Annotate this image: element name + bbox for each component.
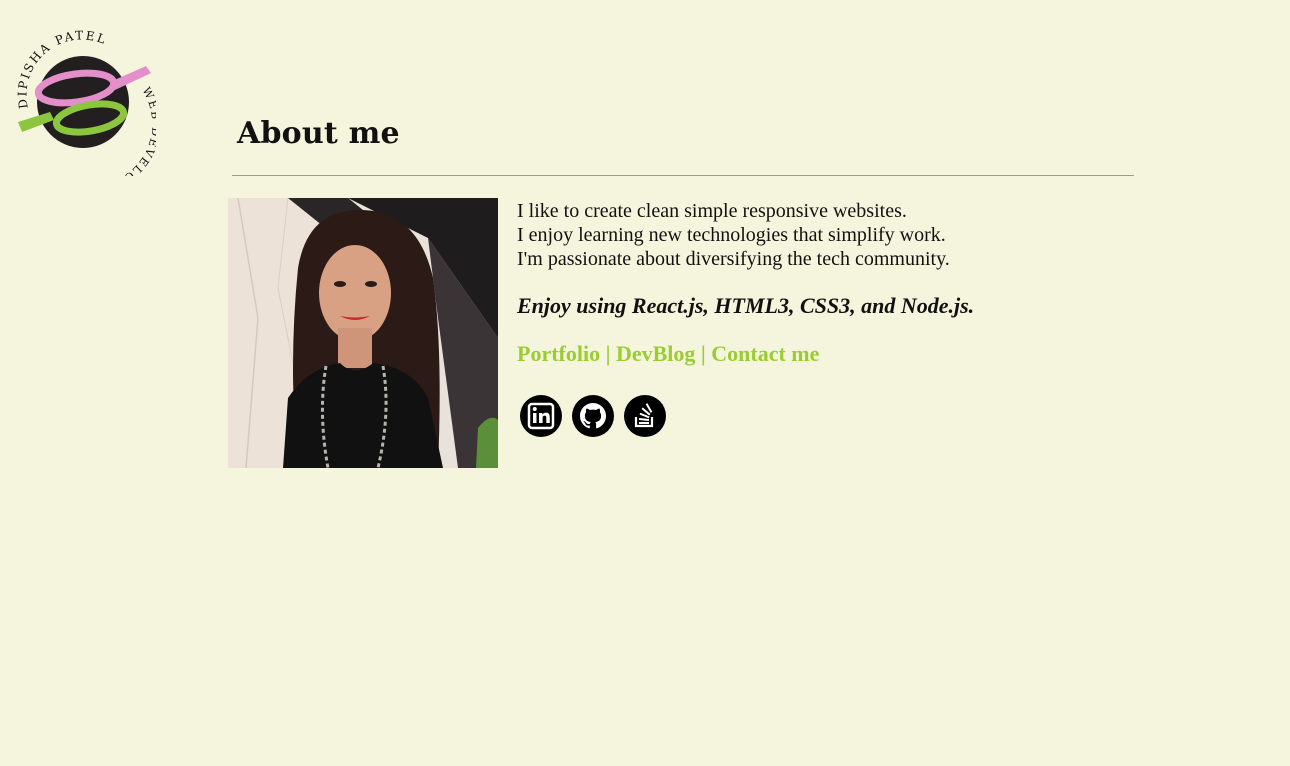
linkedin-link[interactable] bbox=[519, 394, 563, 438]
tech-stack-text: Enjoy using React.js, HTML3, CSS3, and N… bbox=[517, 293, 975, 318]
bio-line: I enjoy learning new technologies that s… bbox=[517, 224, 946, 246]
contact-link[interactable]: Contact me bbox=[711, 341, 819, 366]
github-link[interactable] bbox=[571, 394, 615, 438]
link-separator: | bbox=[600, 341, 616, 366]
link-separator: | bbox=[695, 341, 712, 366]
nav-links: Portfolio | DevBlog | Contact me bbox=[517, 341, 819, 367]
divider bbox=[232, 175, 1134, 176]
logo[interactable]: DIPISHA PATEL WEB DEVELOPER bbox=[10, 30, 156, 176]
stackoverflow-link[interactable] bbox=[623, 394, 667, 438]
social-links bbox=[519, 394, 667, 438]
bio-line: I'm passionate about diversifying the te… bbox=[517, 248, 950, 270]
github-icon bbox=[572, 395, 614, 437]
page: DIPISHA PATEL WEB DEVELOPER About me bbox=[0, 0, 1290, 766]
bio: I like to create clean simple responsive… bbox=[517, 199, 1137, 271]
bio-line: I like to create clean simple responsive… bbox=[517, 200, 907, 222]
linkedin-icon bbox=[520, 395, 562, 437]
page-title: About me bbox=[237, 116, 400, 151]
profile-photo bbox=[228, 198, 498, 468]
devblog-link[interactable]: DevBlog bbox=[616, 341, 695, 366]
stackoverflow-icon bbox=[624, 395, 666, 437]
portfolio-link[interactable]: Portfolio bbox=[517, 341, 600, 366]
